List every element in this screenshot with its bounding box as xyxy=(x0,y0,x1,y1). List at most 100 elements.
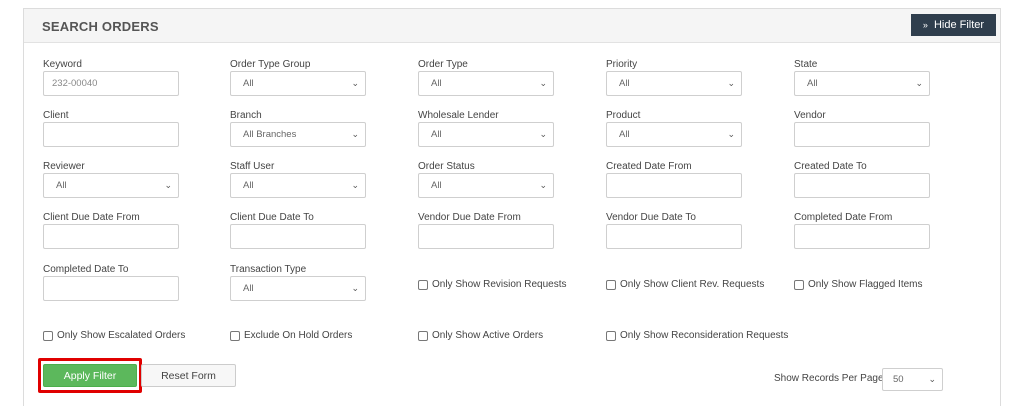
created-date-to-label: Created Date To xyxy=(794,161,867,172)
branch-select[interactable]: All Branches ⌄ xyxy=(230,122,366,147)
vendor-due-date-to-input[interactable] xyxy=(606,224,742,249)
order-type-select[interactable]: All ⌄ xyxy=(418,71,554,96)
client-due-date-to-label: Client Due Date To xyxy=(230,212,314,223)
client-label: Client xyxy=(43,110,69,121)
completed-date-from-label: Completed Date From xyxy=(794,212,893,223)
client-due-date-from-input[interactable] xyxy=(43,224,179,249)
priority-select[interactable]: All ⌄ xyxy=(606,71,742,96)
order-type-group-label: Order Type Group xyxy=(230,59,311,70)
revision-requests-checkbox[interactable]: Only Show Revision Requests xyxy=(418,279,567,290)
client-rev-requests-checkbox[interactable]: Only Show Client Rev. Requests xyxy=(606,279,764,290)
escalated-orders-checkbox[interactable]: Only Show Escalated Orders xyxy=(43,330,185,341)
staff-user-label: Staff User xyxy=(230,161,275,172)
records-per-page-label: Show Records Per Page xyxy=(774,373,884,384)
exclude-on-hold-checkbox[interactable]: Exclude On Hold Orders xyxy=(230,330,352,341)
branch-label: Branch xyxy=(230,110,262,121)
completed-date-from-input[interactable] xyxy=(794,224,930,249)
keyword-input[interactable]: 232-00040 xyxy=(43,71,179,96)
chevron-down-icon: ⌄ xyxy=(351,129,359,139)
keyword-label: Keyword xyxy=(43,59,82,70)
created-date-from-input[interactable] xyxy=(606,173,742,198)
client-rev-requests-label: Only Show Client Rev. Requests xyxy=(620,279,765,290)
order-type-label: Order Type xyxy=(418,59,468,70)
chevron-down-icon: ⌄ xyxy=(351,180,359,190)
completed-date-to-label: Completed Date To xyxy=(43,264,129,275)
product-select[interactable]: All ⌄ xyxy=(606,122,742,147)
client-due-date-to-input[interactable] xyxy=(230,224,366,249)
chevron-down-icon: ⌄ xyxy=(915,78,923,88)
checkbox-icon[interactable] xyxy=(794,279,804,290)
staff-user-select[interactable]: All ⌄ xyxy=(230,173,366,198)
chevron-down-icon: ⌄ xyxy=(727,129,735,139)
checkbox-icon[interactable] xyxy=(606,279,616,290)
chevron-down-icon: ⌄ xyxy=(351,283,359,293)
vendor-due-date-to-label: Vendor Due Date To xyxy=(606,212,696,223)
transaction-type-label: Transaction Type xyxy=(230,264,307,275)
reviewer-value: All xyxy=(56,180,67,191)
apply-filter-button[interactable]: Apply Filter xyxy=(43,364,137,387)
state-select[interactable]: All ⌄ xyxy=(794,71,930,96)
page-title: SEARCH ORDERS xyxy=(42,19,159,34)
chevron-down-icon: ⌄ xyxy=(928,374,936,384)
order-type-value: All xyxy=(431,78,442,89)
client-input[interactable] xyxy=(43,122,179,147)
double-chevron-up-icon: » xyxy=(922,20,928,30)
vendor-due-date-from-label: Vendor Due Date From xyxy=(418,212,521,223)
checkbox-icon[interactable] xyxy=(606,330,616,341)
reviewer-label: Reviewer xyxy=(43,161,85,172)
records-per-page-select[interactable]: 50 ⌄ xyxy=(882,368,943,391)
order-type-group-value: All xyxy=(243,78,254,89)
chevron-down-icon: ⌄ xyxy=(164,180,172,190)
state-value: All xyxy=(807,78,818,89)
order-status-label: Order Status xyxy=(418,161,475,172)
branch-value: All Branches xyxy=(243,129,297,140)
flagged-items-checkbox[interactable]: Only Show Flagged Items xyxy=(794,279,923,290)
priority-value: All xyxy=(619,78,630,89)
checkbox-icon[interactable] xyxy=(43,330,53,341)
product-value: All xyxy=(619,129,630,140)
priority-label: Priority xyxy=(606,59,638,70)
vendor-label: Vendor xyxy=(794,110,826,121)
chevron-down-icon: ⌄ xyxy=(539,129,547,139)
exclude-on-hold-label: Exclude On Hold Orders xyxy=(244,330,353,341)
client-due-date-from-label: Client Due Date From xyxy=(43,212,140,223)
chevron-down-icon: ⌄ xyxy=(727,78,735,88)
created-date-to-input[interactable] xyxy=(794,173,930,198)
transaction-type-value: All xyxy=(243,283,254,294)
flagged-items-label: Only Show Flagged Items xyxy=(808,279,923,290)
wholesale-lender-label: Wholesale Lender xyxy=(418,110,499,121)
active-orders-checkbox[interactable]: Only Show Active Orders xyxy=(418,330,543,341)
reconsideration-requests-checkbox[interactable]: Only Show Reconsideration Requests xyxy=(606,330,788,341)
created-date-from-label: Created Date From xyxy=(606,161,692,172)
active-orders-label: Only Show Active Orders xyxy=(432,330,544,341)
apply-filter-highlight: Apply Filter xyxy=(38,358,142,393)
search-orders-panel: SEARCH ORDERS » Hide Filter xyxy=(23,8,1001,406)
panel-header: SEARCH ORDERS » Hide Filter xyxy=(24,9,1000,43)
staff-user-value: All xyxy=(243,180,254,191)
chevron-down-icon: ⌄ xyxy=(539,78,547,88)
order-type-group-select[interactable]: All ⌄ xyxy=(230,71,366,96)
completed-date-to-input[interactable] xyxy=(43,276,179,301)
order-status-select[interactable]: All ⌄ xyxy=(418,173,554,198)
hide-filter-label: Hide Filter xyxy=(933,19,985,31)
checkbox-icon[interactable] xyxy=(418,279,428,290)
revision-requests-label: Only Show Revision Requests xyxy=(432,279,567,290)
state-label: State xyxy=(794,59,818,70)
reset-form-button[interactable]: Reset Form xyxy=(141,364,236,387)
wholesale-lender-value: All xyxy=(431,129,442,140)
product-label: Product xyxy=(606,110,641,121)
transaction-type-select[interactable]: All ⌄ xyxy=(230,276,366,301)
checkbox-icon[interactable] xyxy=(230,330,240,341)
reviewer-select[interactable]: All ⌄ xyxy=(43,173,179,198)
vendor-due-date-from-input[interactable] xyxy=(418,224,554,249)
hide-filter-button[interactable]: » Hide Filter xyxy=(911,14,996,36)
chevron-down-icon: ⌄ xyxy=(351,78,359,88)
chevron-down-icon: ⌄ xyxy=(539,180,547,190)
wholesale-lender-select[interactable]: All ⌄ xyxy=(418,122,554,147)
checkbox-icon[interactable] xyxy=(418,330,428,341)
vendor-input[interactable] xyxy=(794,122,930,147)
order-status-value: All xyxy=(431,180,442,191)
records-per-page-value: 50 xyxy=(893,374,904,385)
reconsideration-requests-label: Only Show Reconsideration Requests xyxy=(620,330,789,341)
escalated-orders-label: Only Show Escalated Orders xyxy=(57,330,186,341)
